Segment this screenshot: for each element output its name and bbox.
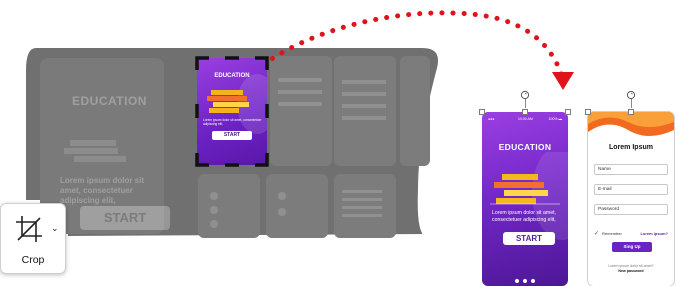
- account-line: Lorem ipsum dolor sit amet? New password: [588, 264, 674, 274]
- arrow-head: [552, 72, 574, 90]
- ghost-avatar: [210, 192, 218, 200]
- ghost-screen: [266, 174, 328, 238]
- ghost-title: EDUCATION: [72, 94, 147, 108]
- resize-handle[interactable]: [628, 109, 634, 115]
- ghost-line: [342, 116, 386, 120]
- ghost-avatar: [278, 208, 286, 216]
- crop-corner-handle[interactable]: [195, 153, 209, 167]
- books-illustration: [490, 174, 560, 205]
- ghost-body: Lorem ipsum dolor sit amet, consectetuer…: [60, 176, 145, 205]
- crop-button[interactable]: ⌄ Crop: [0, 203, 66, 274]
- resize-handle[interactable]: [522, 109, 528, 115]
- name-field[interactable]: Name: [594, 164, 668, 175]
- education-title: EDUCATION: [498, 142, 552, 152]
- ghost-line: [342, 198, 382, 201]
- mockup-login[interactable]: Lorem Ipsum Name E-mail Password ✓ Rememb…: [584, 90, 678, 286]
- login-title: Lorem Ipsum: [609, 144, 653, 151]
- ghost-line: [342, 104, 386, 108]
- education-screen: ●●● 10:00 AM 100% ▬ EDUCATION Lorem ipsu…: [482, 112, 568, 286]
- rotate-icon[interactable]: [520, 90, 530, 100]
- mockup-education[interactable]: ●●● 10:00 AM 100% ▬ EDUCATION Lorem ipsu…: [478, 90, 572, 286]
- pager-dots: [482, 270, 568, 286]
- education-body: Lorem ipsum dolor sit amet, consectetuer…: [492, 210, 557, 223]
- ghost-line: [342, 190, 382, 193]
- crop-frame[interactable]: [195, 56, 269, 167]
- forgot-link[interactable]: Lorem ipsum?: [640, 231, 668, 236]
- ghost-line: [342, 80, 386, 84]
- crop-icon: [16, 216, 42, 242]
- remember-label: Remember: [602, 231, 622, 236]
- ghost-avatar: [278, 192, 286, 200]
- login-screen: Lorem Ipsum Name E-mail Password ✓ Rememb…: [588, 112, 674, 286]
- resize-handle[interactable]: [565, 109, 571, 115]
- crop-corner-handle[interactable]: [195, 56, 209, 70]
- ghost-line: [278, 102, 322, 106]
- ghost-screen: [198, 174, 260, 238]
- new-password-link[interactable]: New password: [618, 269, 643, 273]
- resize-handle[interactable]: [479, 109, 485, 115]
- ghost-avatar: [210, 220, 218, 228]
- ghost-line: [342, 206, 382, 209]
- rotate-icon[interactable]: [626, 90, 636, 100]
- crop-corner-handle[interactable]: [255, 56, 269, 70]
- ghost-line: [342, 92, 386, 96]
- resize-handle[interactable]: [585, 109, 591, 115]
- ghost-line: [278, 78, 322, 82]
- signup-button[interactable]: Sing Up: [612, 242, 652, 252]
- ghost-screen: [270, 56, 332, 166]
- signal-icon: ●●●: [488, 117, 495, 121]
- ghost-line: [342, 214, 382, 217]
- status-time: 10:00 AM: [518, 117, 533, 121]
- check-icon: ✓: [594, 231, 600, 237]
- chevron-down-icon[interactable]: ⌄: [51, 223, 59, 234]
- crop-label: Crop: [21, 254, 45, 266]
- ghost-line: [278, 90, 322, 94]
- battery-icon: 100% ▬: [548, 117, 562, 121]
- password-field[interactable]: Password: [594, 204, 668, 215]
- crop-corner-handle[interactable]: [255, 153, 269, 167]
- editor-canvas: EDUCATION Lorem ipsum dolor sit amet, co…: [0, 0, 678, 286]
- start-button[interactable]: START: [503, 232, 555, 245]
- remember-checkbox[interactable]: ✓ Remember: [594, 230, 622, 237]
- email-field[interactable]: E-mail: [594, 184, 668, 195]
- orange-wave: [588, 112, 674, 136]
- ghost-screen: [334, 56, 396, 166]
- ghost-avatar: [210, 206, 218, 214]
- ghost-screen: [400, 56, 430, 166]
- ghost-start: START: [80, 206, 170, 230]
